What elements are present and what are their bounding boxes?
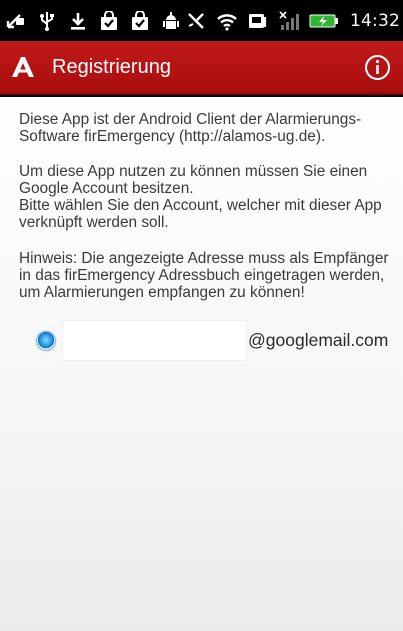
notification-icons: [0, 10, 182, 32]
vibrate-icon: [185, 10, 207, 32]
account-requirement-text: Um diese App nutzen zu können müssen Sie…: [19, 163, 399, 231]
email-domain-suffix: @googlemail.com: [248, 330, 389, 350]
battery-charging-icon: [309, 10, 339, 32]
signal-icon: [278, 10, 300, 32]
info-icon: [365, 54, 390, 80]
android-update-icon: [160, 10, 182, 32]
account-radio-button[interactable]: [36, 330, 56, 351]
usb-icon: [36, 10, 58, 32]
nfc-icon: [247, 10, 269, 32]
status-bar: 14:32: [0, 0, 403, 41]
account-selection-line: Bitte wählen Sie den Account, welcher mi…: [19, 197, 382, 231]
missed-call-icon: [5, 10, 27, 32]
bag-check-icon: [98, 10, 120, 32]
action-bar: Registrierung: [0, 41, 403, 95]
bag-check-icon: [129, 10, 151, 32]
system-icons: 14:32: [185, 10, 403, 32]
info-button[interactable]: [364, 54, 391, 81]
wifi-icon: [216, 10, 238, 32]
account-option[interactable]: @googlemail.com: [36, 320, 388, 361]
clock: 14:32: [350, 10, 400, 31]
intro-text: Diese App ist der Android Client der Ala…: [19, 111, 362, 145]
email-username-input[interactable]: [62, 320, 247, 361]
alamos-logo-icon: [0, 40, 40, 94]
hint-text: Hinweis: Die angezeigte Adresse muss als…: [19, 250, 389, 301]
account-requirement-line: Um diese App nutzen zu können müssen Sie…: [19, 163, 368, 197]
page-title: Registrierung: [52, 55, 171, 78]
download-icon: [67, 10, 89, 32]
content-area: Diese App ist der Android Client der Ala…: [0, 97, 403, 631]
